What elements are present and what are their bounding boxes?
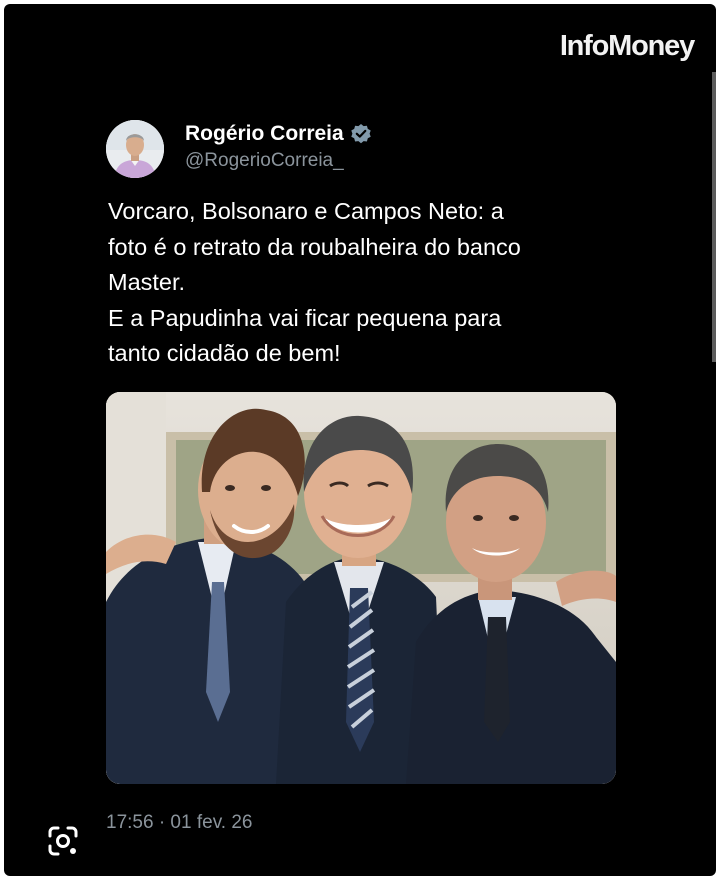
infomoney-logo: InfoMoney: [559, 30, 695, 62]
tweet-text-line: Vorcaro, Bolsonaro e Campos Neto: a: [108, 198, 504, 224]
tweet-text-line: foto é o retrato da roubalheira do banco: [108, 233, 521, 260]
tweet-text: Vorcaro, Bolsonaro e Campos Neto: a foto…: [108, 194, 648, 372]
tweet-text-line: Master.: [108, 269, 186, 295]
avatar[interactable]: [106, 120, 164, 178]
tweet-photo[interactable]: [106, 392, 616, 784]
author-handle[interactable]: @RogerioCorreia_: [185, 150, 344, 172]
tweet-text-line: tanto cidadão de bem!: [108, 340, 341, 366]
author-row: Rogério Correia: [185, 122, 372, 146]
screenshot-frame: InfoMoney Rogério Correia @RogerioCorrei…: [4, 4, 716, 876]
tweet-photo-image: [106, 392, 616, 784]
scrollbar[interactable]: [712, 72, 716, 362]
tweet-text-line: E a Papudinha vai ficar pequena para: [108, 304, 502, 331]
author-name[interactable]: Rogério Correia: [185, 122, 344, 146]
avatar-photo: [106, 120, 164, 178]
tweet-timestamp[interactable]: 17:56 · 01 fev. 26: [106, 812, 252, 834]
verified-badge-icon: [350, 123, 372, 145]
google-lens-icon[interactable]: [46, 824, 80, 858]
